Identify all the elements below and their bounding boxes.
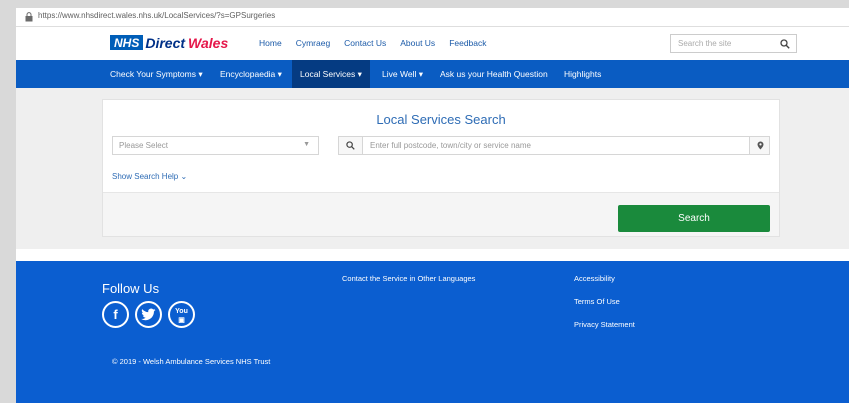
address-bar[interactable]: https://www.nhsdirect.wales.nhs.uk/Local… bbox=[16, 8, 849, 27]
use-my-location-button[interactable] bbox=[749, 137, 769, 154]
search-icon[interactable] bbox=[780, 39, 790, 49]
nav-live-well[interactable]: Live Well ▾ bbox=[382, 60, 423, 88]
facebook-icon[interactable]: f bbox=[102, 301, 129, 328]
nav-highlights[interactable]: Highlights bbox=[564, 60, 601, 88]
nav-local-services[interactable]: Local Services ▾ bbox=[292, 60, 370, 88]
logo-direct: Direct bbox=[145, 34, 186, 51]
search-panel-title: Local Services Search bbox=[376, 112, 506, 127]
other-languages-link[interactable]: Contact the Service in Other Languages bbox=[342, 274, 475, 283]
url-text[interactable]: https://www.nhsdirect.wales.nhs.uk/Local… bbox=[38, 11, 275, 20]
nav-ask-health-question[interactable]: Ask us your Health Question bbox=[440, 60, 548, 88]
site-search-input[interactable]: Search the site bbox=[670, 34, 797, 53]
site-search-placeholder: Search the site bbox=[678, 39, 732, 48]
service-type-value: Please Select bbox=[119, 141, 168, 150]
link-home[interactable]: Home bbox=[259, 38, 282, 48]
logo-nhs: NHS bbox=[110, 35, 144, 50]
youtube-icon[interactable]: You ▣ bbox=[168, 301, 195, 328]
map-pin-icon bbox=[757, 141, 764, 150]
chevron-down-icon: ▼ bbox=[303, 141, 310, 148]
footer-spacer bbox=[16, 249, 849, 261]
nav-label: Live Well bbox=[382, 69, 417, 79]
nav-check-your-symptoms[interactable]: Check Your Symptoms ▾ bbox=[110, 60, 203, 88]
content-area: Local Services Search Please Select ▼ En… bbox=[16, 88, 849, 249]
follow-us-title: Follow Us bbox=[102, 281, 160, 296]
twitter-icon[interactable] bbox=[135, 301, 162, 328]
footer-links: Accessibility Terms Of Use Privacy State… bbox=[574, 274, 635, 343]
nav-label: Check Your Symptoms bbox=[110, 69, 196, 79]
nhs-direct-wales-logo[interactable]: NHS Direct Wales bbox=[110, 34, 228, 51]
location-search-icon-box bbox=[339, 137, 363, 154]
help-label: Show Search Help bbox=[112, 172, 179, 181]
main-nav: Check Your Symptoms ▾ Encyclopaedia ▾ Lo… bbox=[16, 60, 849, 88]
location-placeholder: Enter full postcode, town/city or servic… bbox=[370, 141, 531, 150]
link-cymraeg[interactable]: Cymraeg bbox=[296, 38, 330, 48]
footer-link-privacy-statement[interactable]: Privacy Statement bbox=[574, 320, 635, 343]
social-links: f You ▣ bbox=[102, 301, 201, 328]
nav-label: Encyclopaedia bbox=[220, 69, 276, 79]
footer-link-accessibility[interactable]: Accessibility bbox=[574, 274, 635, 297]
location-search-field[interactable]: Enter full postcode, town/city or servic… bbox=[338, 136, 770, 155]
nav-encyclopaedia[interactable]: Encyclopaedia ▾ bbox=[220, 60, 282, 88]
search-panel-footer: Search bbox=[103, 192, 779, 236]
nav-label: Local Services bbox=[300, 69, 356, 79]
header-links: Home Cymraeg Contact Us About Us Feedbac… bbox=[259, 38, 501, 48]
browser-viewport: https://www.nhsdirect.wales.nhs.uk/Local… bbox=[16, 8, 849, 403]
link-feedback[interactable]: Feedback bbox=[449, 38, 486, 48]
footer-link-terms-of-use[interactable]: Terms Of Use bbox=[574, 297, 635, 320]
search-icon bbox=[346, 141, 355, 150]
copyright-text: © 2019 - Welsh Ambulance Services NHS Tr… bbox=[112, 357, 271, 366]
lock-icon bbox=[25, 12, 33, 22]
search-button[interactable]: Search bbox=[618, 205, 770, 232]
search-panel: Local Services Search Please Select ▼ En… bbox=[102, 99, 780, 237]
site-footer: Follow Us f You ▣ © 2019 - Welsh Ambulanc… bbox=[16, 261, 849, 403]
service-type-select[interactable]: Please Select ▼ bbox=[112, 136, 319, 155]
link-contact-us[interactable]: Contact Us bbox=[344, 38, 386, 48]
chevron-down-icon: ⌄ bbox=[180, 172, 188, 181]
show-search-help-link[interactable]: Show Search Help ⌄ bbox=[112, 172, 187, 181]
logo-wales: Wales bbox=[188, 34, 229, 51]
link-about-us[interactable]: About Us bbox=[400, 38, 435, 48]
